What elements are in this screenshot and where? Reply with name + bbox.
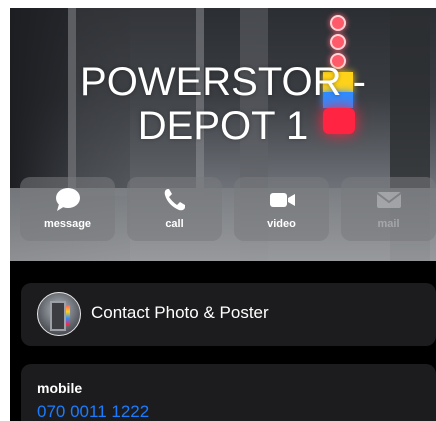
message-button[interactable]: message [20, 177, 115, 241]
avatar-beacon-image [66, 305, 70, 325]
phone-icon [159, 186, 191, 214]
beacon-dot [330, 34, 346, 50]
contact-detail-screen: POWERSTOR - DEPOT 1 message call video m… [10, 8, 436, 421]
contact-name-line2: DEPOT 1 [137, 104, 309, 148]
phone-number-card: mobile 070 0011 1222 [21, 364, 436, 421]
message-bubble-icon [52, 186, 84, 214]
call-button[interactable]: call [127, 177, 222, 241]
contact-poster: POWERSTOR - DEPOT 1 message call video m… [10, 8, 436, 261]
contact-photo-poster-row[interactable]: Contact Photo & Poster [21, 283, 436, 346]
contact-name: POWERSTOR - DEPOT 1 [10, 60, 436, 148]
avatar [37, 292, 81, 336]
mail-label: mail [377, 218, 400, 230]
beacon-dot [330, 15, 346, 31]
avatar-door-image [50, 301, 66, 331]
mail-button[interactable]: mail [341, 177, 436, 241]
video-label: video [267, 218, 296, 230]
device-frame: POWERSTOR - DEPOT 1 message call video m… [0, 0, 436, 421]
video-camera-icon [266, 186, 298, 214]
contact-name-line1: POWERSTOR - [80, 60, 366, 104]
phone-number-link[interactable]: 070 0011 1222 [37, 402, 149, 421]
video-button[interactable]: video [234, 177, 329, 241]
phone-type-label: mobile [37, 380, 83, 396]
message-label: message [43, 218, 92, 230]
envelope-icon [373, 186, 405, 214]
quick-actions-row: message call video mail [20, 177, 436, 241]
call-label: call [165, 218, 184, 230]
contact-photo-poster-label: Contact Photo & Poster [91, 303, 269, 322]
